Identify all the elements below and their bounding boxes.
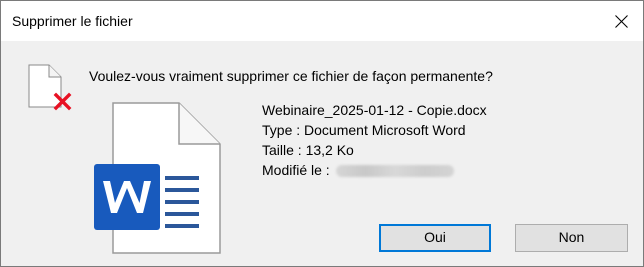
modified-label: Modifié le : (262, 162, 330, 178)
word-document-icon (94, 102, 221, 254)
yes-button[interactable]: Oui (379, 224, 491, 252)
dialog-body: Voulez-vous vraiment supprimer ce fichie… (1, 41, 643, 266)
file-size: Taille : 13,2 Ko (262, 142, 354, 158)
delete-document-icon (28, 64, 72, 111)
close-button[interactable] (599, 1, 643, 41)
file-type: Type : Document Microsoft Word (262, 122, 466, 138)
confirmation-question: Voulez-vous vraiment supprimer ce fichie… (89, 68, 493, 84)
delete-file-dialog: Supprimer le fichier Voulez-vous vraimen… (0, 0, 644, 267)
file-info: Webinaire_2025-01-12 - Copie.docx Type :… (262, 100, 487, 180)
redacted-date (335, 165, 454, 178)
no-button[interactable]: Non (515, 224, 628, 252)
file-modified: Modifié le : (262, 160, 487, 180)
file-name: Webinaire_2025-01-12 - Copie.docx (262, 102, 487, 118)
close-icon (615, 15, 628, 28)
title-bar: Supprimer le fichier (1, 1, 643, 41)
dialog-title: Supprimer le fichier (12, 13, 133, 29)
